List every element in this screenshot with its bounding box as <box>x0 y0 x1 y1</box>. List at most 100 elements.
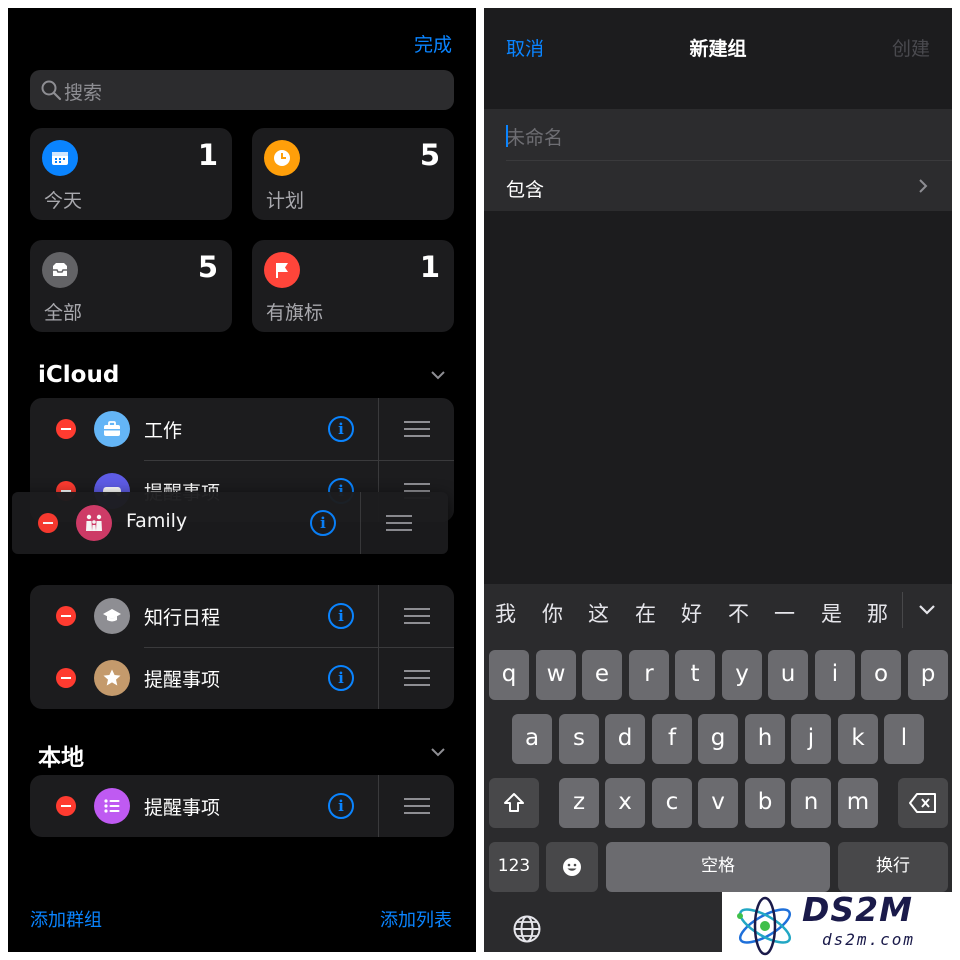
emoji-icon <box>563 858 581 876</box>
key-n[interactable]: n <box>791 778 831 828</box>
key-b[interactable]: b <box>745 778 785 828</box>
key-d[interactable]: d <box>605 714 645 764</box>
key-j[interactable]: j <box>791 714 831 764</box>
candidate-word[interactable]: 你 <box>542 598 563 628</box>
space-key[interactable]: 空格 <box>606 842 830 892</box>
key-o[interactable]: o <box>861 650 901 700</box>
key-y[interactable]: y <box>722 650 762 700</box>
key-e[interactable]: e <box>582 650 622 700</box>
scheduled-count: 5 <box>419 138 440 172</box>
delete-list-button[interactable] <box>56 668 76 688</box>
today-count: 1 <box>197 138 218 172</box>
key-s[interactable]: s <box>559 714 599 764</box>
list-item[interactable]: 提醒事项 i <box>30 775 454 837</box>
add-list-button[interactable]: 添加列表 <box>380 906 452 932</box>
key-h[interactable]: h <box>745 714 785 764</box>
info-icon[interactable]: i <box>328 416 354 442</box>
list-name: 工作 <box>144 420 183 442</box>
key-g[interactable]: g <box>698 714 738 764</box>
watermark-brand: DS2M <box>802 890 913 929</box>
list-name: 提醒事项 <box>144 669 221 691</box>
reorder-handle-icon[interactable] <box>404 798 430 814</box>
key-z[interactable]: z <box>559 778 599 828</box>
candidate-word[interactable]: 好 <box>681 598 702 628</box>
smart-list-flagged[interactable]: 1 有旗标 <box>252 240 454 332</box>
group-name-field[interactable]: 未命名 <box>506 123 563 150</box>
flagged-count: 1 <box>419 250 440 284</box>
smart-list-all[interactable]: 5 全部 <box>30 240 232 332</box>
candidate-word[interactable]: 那 <box>867 598 888 628</box>
smart-list-today[interactable]: 1 今天 <box>30 128 232 220</box>
candidate-word[interactable]: 这 <box>588 598 609 628</box>
reorder-handle-icon[interactable] <box>404 421 430 437</box>
search-icon <box>41 80 62 101</box>
key-q[interactable]: q <box>489 650 529 700</box>
reorder-handle-icon[interactable] <box>386 515 412 531</box>
key-k[interactable]: k <box>838 714 878 764</box>
info-icon[interactable]: i <box>328 603 354 629</box>
key-u[interactable]: u <box>768 650 808 700</box>
reorder-handle-icon[interactable] <box>404 670 430 686</box>
key-c[interactable]: c <box>652 778 692 828</box>
reorder-handle-icon[interactable] <box>404 608 430 624</box>
key-m[interactable]: m <box>838 778 878 828</box>
smart-list-scheduled[interactable]: 5 计划 <box>252 128 454 220</box>
add-group-button[interactable]: 添加群组 <box>30 906 102 932</box>
key-v[interactable]: v <box>698 778 738 828</box>
group-form: 未命名 包含 <box>484 109 952 211</box>
candidate-word[interactable]: 一 <box>774 598 795 628</box>
chevron-down-icon[interactable] <box>918 604 936 615</box>
search-bar[interactable]: 搜索 <box>30 70 454 110</box>
delete-key[interactable] <box>898 778 948 828</box>
calendar-icon <box>42 140 78 176</box>
chevron-right-icon[interactable] <box>918 179 928 193</box>
divider <box>378 775 379 837</box>
list-name: Family <box>126 510 188 532</box>
list-item[interactable]: 知行日程 i <box>30 585 454 647</box>
list-item[interactable]: 提醒事项 i <box>30 647 454 709</box>
info-icon[interactable]: i <box>328 665 354 691</box>
key-p[interactable]: p <box>908 650 948 700</box>
divider <box>902 592 903 628</box>
shift-key[interactable] <box>489 778 539 828</box>
info-icon[interactable]: i <box>328 793 354 819</box>
clock-icon <box>264 140 300 176</box>
reminders-lists-panel: 完成 搜索 1 今天 5 计划 5 全部 1 有旗标 iCloud 工作 i i… <box>8 8 476 952</box>
divider <box>378 585 379 647</box>
scheduled-label: 计划 <box>266 190 305 212</box>
shift-icon <box>504 793 524 812</box>
list-item[interactable]: 工作 i <box>30 398 454 460</box>
numbers-key[interactable]: 123 <box>489 842 539 892</box>
backspace-icon <box>909 793 936 813</box>
key-f[interactable]: f <box>652 714 692 764</box>
dragging-list-item[interactable]: Family i <box>12 492 448 554</box>
return-key[interactable]: 换行 <box>838 842 948 892</box>
delete-list-button[interactable] <box>56 419 76 439</box>
create-button[interactable]: 创建 <box>892 34 930 61</box>
emoji-key[interactable] <box>546 842 598 892</box>
delete-list-button[interactable] <box>56 796 76 816</box>
delete-list-button[interactable] <box>38 513 58 533</box>
candidate-word[interactable]: 不 <box>728 598 749 628</box>
delete-list-button[interactable] <box>56 606 76 626</box>
key-l[interactable]: l <box>884 714 924 764</box>
info-icon[interactable]: i <box>310 510 336 536</box>
chevron-down-icon[interactable] <box>430 747 446 757</box>
include-row-label[interactable]: 包含 <box>506 175 544 202</box>
globe-icon[interactable] <box>512 914 542 944</box>
key-a[interactable]: a <box>512 714 552 764</box>
chevron-down-icon[interactable] <box>430 370 446 380</box>
key-w[interactable]: w <box>536 650 576 700</box>
key-x[interactable]: x <box>605 778 645 828</box>
candidate-word[interactable]: 在 <box>635 598 656 628</box>
key-r[interactable]: r <box>629 650 669 700</box>
all-count: 5 <box>197 250 218 284</box>
key-t[interactable]: t <box>675 650 715 700</box>
divider <box>378 398 379 460</box>
done-button[interactable]: 完成 <box>414 30 452 57</box>
candidate-word[interactable]: 我 <box>495 598 516 628</box>
key-i[interactable]: i <box>815 650 855 700</box>
candidate-word[interactable]: 是 <box>821 598 842 628</box>
list-name: 提醒事项 <box>144 797 221 819</box>
local-section-title: 本地 <box>38 745 84 771</box>
